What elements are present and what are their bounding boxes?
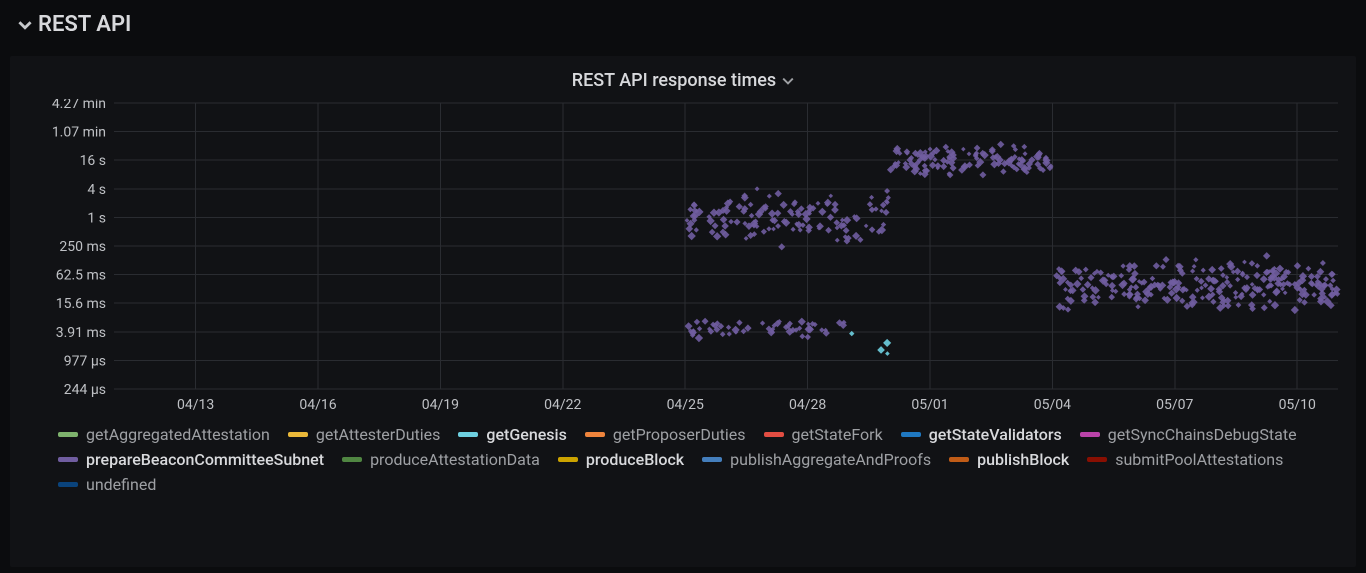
svg-text:05/10: 05/10 xyxy=(1279,397,1316,413)
svg-text:04/16: 04/16 xyxy=(299,397,336,413)
svg-text:4.27 min: 4.27 min xyxy=(52,99,106,112)
legend-item-getStateFork[interactable]: getStateFork xyxy=(764,425,883,444)
legend-swatch xyxy=(288,432,308,437)
legend-label: submitPoolAttestations xyxy=(1115,450,1283,469)
svg-text:4 s: 4 s xyxy=(87,182,106,198)
legend-item-getAggregatedAttestation[interactable]: getAggregatedAttestation xyxy=(58,425,270,444)
chevron-down-icon xyxy=(782,75,794,87)
legend-label: publishAggregateAndProofs xyxy=(730,450,931,469)
svg-text:15.6 ms: 15.6 ms xyxy=(56,296,106,312)
legend-label: undefined xyxy=(86,475,156,494)
legend-swatch xyxy=(58,482,78,487)
legend-swatch xyxy=(901,432,921,437)
legend-item-publishBlock[interactable]: publishBlock xyxy=(949,450,1069,469)
legend-swatch xyxy=(1080,432,1100,437)
legend-swatch xyxy=(58,432,78,437)
svg-text:05/07: 05/07 xyxy=(1156,397,1193,413)
legend-swatch xyxy=(585,432,605,437)
svg-text:05/01: 05/01 xyxy=(911,397,948,413)
legend-swatch xyxy=(342,457,362,462)
legend-swatch xyxy=(458,432,478,437)
legend-label: getStateFork xyxy=(792,425,883,444)
legend-item-publishAggregateAndProofs[interactable]: publishAggregateAndProofs xyxy=(702,450,931,469)
legend-label: getSyncChainsDebugState xyxy=(1108,425,1297,444)
legend-item-getSyncChainsDebugState[interactable]: getSyncChainsDebugState xyxy=(1080,425,1297,444)
legend-item-prepareBeaconCommitteeSubnet[interactable]: prepareBeaconCommitteeSubnet xyxy=(58,450,324,469)
svg-text:16 s: 16 s xyxy=(80,153,106,169)
chart-svg: 244 µs 977 µs 3.91 ms 15.6 ms 62.5 ms 250 ms 1… xyxy=(22,99,1344,417)
svg-text:62.5 ms: 62.5 ms xyxy=(56,268,106,284)
chart-legend: getAggregatedAttestation getAttesterDutie… xyxy=(22,417,1344,498)
legend-swatch xyxy=(764,432,784,437)
chevron-down-icon xyxy=(18,18,32,32)
svg-text:04/22: 04/22 xyxy=(544,397,581,413)
legend-label: publishBlock xyxy=(977,450,1069,469)
svg-text:1.07 min: 1.07 min xyxy=(52,125,106,141)
svg-text:1 s: 1 s xyxy=(87,210,106,226)
chart-plot-area[interactable]: 244 µs 977 µs 3.91 ms 15.6 ms 62.5 ms 250 ms 1… xyxy=(22,99,1344,417)
section-title: REST API xyxy=(38,12,131,37)
legend-label: prepareBeaconCommitteeSubnet xyxy=(86,450,324,469)
chart-panel: REST API response times 244 µs 977 µs 3.91… xyxy=(10,56,1356,567)
legend-label: produceBlock xyxy=(586,450,684,469)
section-header[interactable]: REST API xyxy=(0,0,1366,43)
legend-item-getStateValidators[interactable]: getStateValidators xyxy=(901,425,1062,444)
svg-text:250 ms: 250 ms xyxy=(59,239,106,255)
legend-item-submitPoolAttestations[interactable]: submitPoolAttestations xyxy=(1087,450,1283,469)
legend-label: getStateValidators xyxy=(929,425,1062,444)
legend-label: getAttesterDuties xyxy=(316,425,441,444)
svg-text:05/04: 05/04 xyxy=(1034,397,1071,413)
panel-title[interactable]: REST API response times xyxy=(22,64,1344,99)
legend-swatch xyxy=(58,457,78,462)
legend-swatch xyxy=(949,457,969,462)
svg-text:3.91 ms: 3.91 ms xyxy=(56,325,106,341)
legend-item-getAttesterDuties[interactable]: getAttesterDuties xyxy=(288,425,441,444)
svg-text:04/19: 04/19 xyxy=(422,397,459,413)
legend-item-produceBlock[interactable]: produceBlock xyxy=(558,450,684,469)
svg-text:977 µs: 977 µs xyxy=(64,353,106,369)
legend-item-getProposerDuties[interactable]: getProposerDuties xyxy=(585,425,746,444)
legend-item-undefined[interactable]: undefined xyxy=(58,475,156,494)
svg-text:244 µs: 244 µs xyxy=(64,382,106,398)
svg-text:04/28: 04/28 xyxy=(789,397,826,413)
legend-label: produceAttestationData xyxy=(370,450,540,469)
legend-label: getProposerDuties xyxy=(613,425,746,444)
svg-text:04/13: 04/13 xyxy=(177,397,214,413)
svg-text:04/25: 04/25 xyxy=(667,397,704,413)
legend-item-produceAttestationData[interactable]: produceAttestationData xyxy=(342,450,540,469)
legend-swatch xyxy=(1087,457,1107,462)
legend-label: getAggregatedAttestation xyxy=(86,425,270,444)
legend-swatch xyxy=(702,457,722,462)
legend-swatch xyxy=(558,457,578,462)
panel-title-text: REST API response times xyxy=(572,70,776,91)
legend-label: getGenesis xyxy=(486,425,566,444)
legend-item-getGenesis[interactable]: getGenesis xyxy=(458,425,566,444)
